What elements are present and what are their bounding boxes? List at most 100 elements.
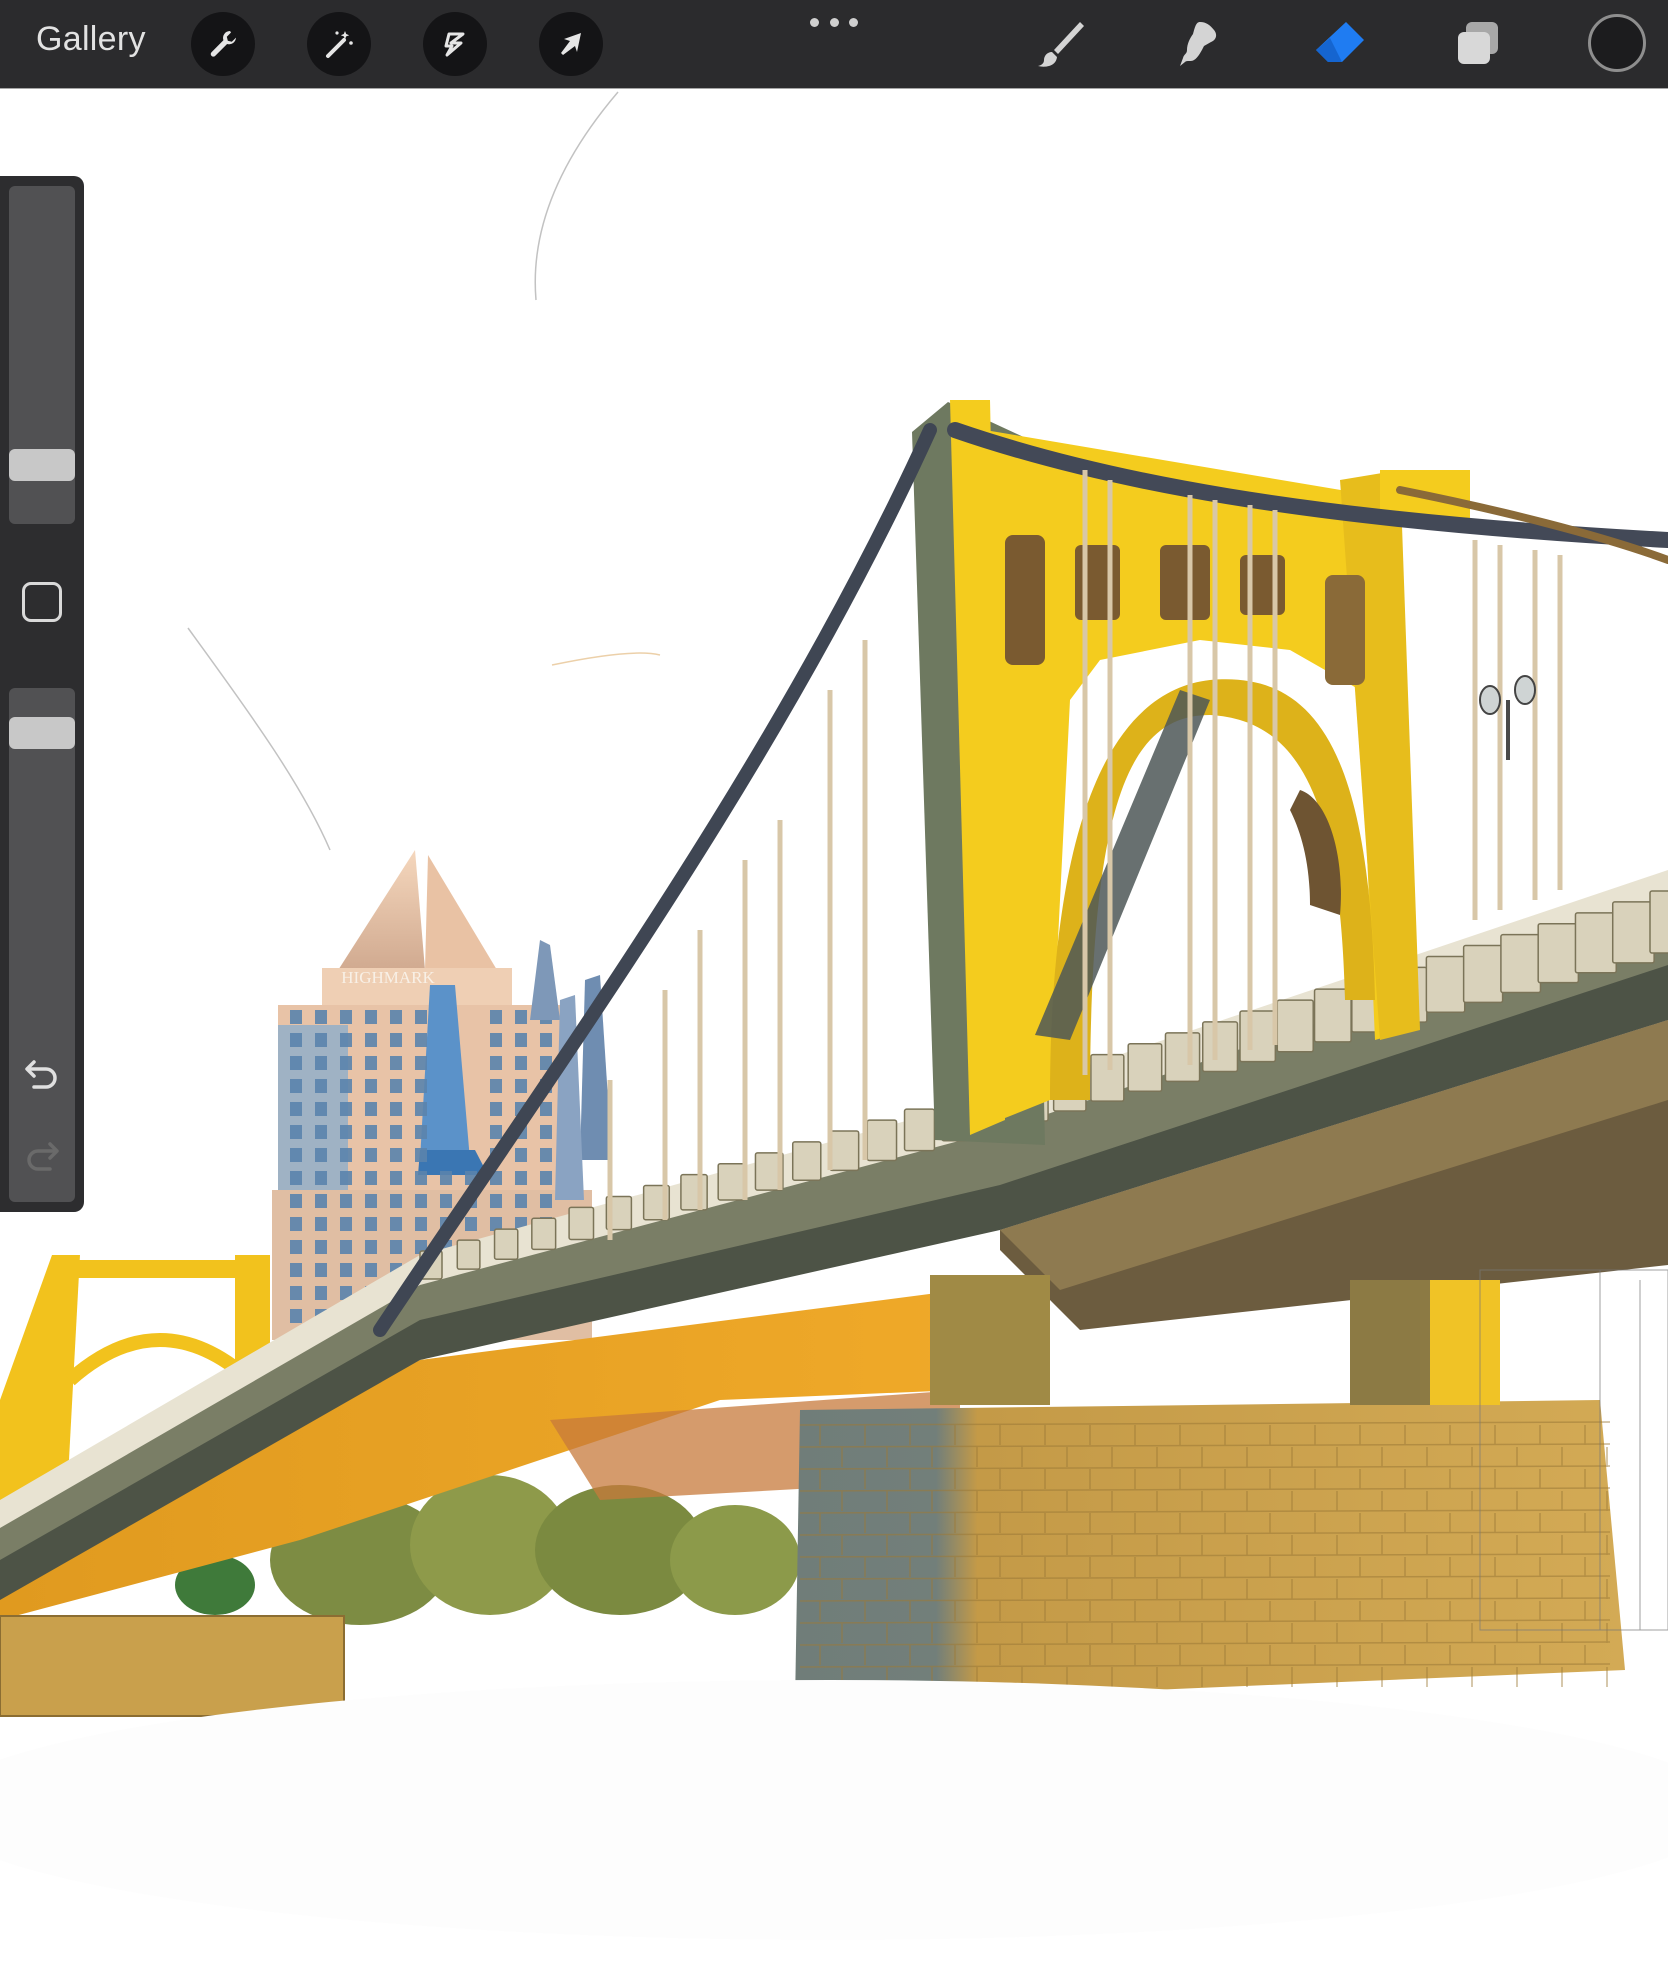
building-window (315, 1286, 327, 1300)
building-window (340, 1056, 352, 1070)
building-window (390, 1217, 402, 1231)
redo-icon[interactable] (20, 1134, 64, 1178)
building-window (365, 1033, 377, 1047)
building-window (365, 1056, 377, 1070)
railing-panel (568, 1206, 595, 1241)
building-window (390, 1010, 402, 1024)
building-window (365, 1010, 377, 1024)
building-window (340, 1171, 352, 1185)
building-window (290, 1217, 302, 1231)
left-sidebar (0, 176, 84, 1212)
building-window (365, 1125, 377, 1139)
railing-panel (1425, 955, 1466, 1014)
railing-panel (1239, 1010, 1277, 1063)
eraser-tool-button[interactable] (1310, 14, 1370, 74)
brush-icon (1038, 22, 1084, 67)
drawing-canvas[interactable]: HIGHMARK (0, 88, 1668, 1977)
adjustments-button[interactable] (307, 12, 371, 76)
transform-button[interactable] (539, 12, 603, 76)
gallery-button[interactable]: Gallery (36, 20, 146, 59)
building-window (340, 1217, 352, 1231)
building-window (290, 1079, 302, 1093)
building-window (540, 1148, 552, 1162)
building-window (490, 1125, 502, 1139)
building-window (415, 1010, 427, 1024)
railing-panel (1462, 944, 1504, 1004)
building-window (340, 1263, 352, 1277)
building-window (390, 1148, 402, 1162)
building-window (365, 1148, 377, 1162)
sketch-lines (187, 91, 661, 851)
railing-panel (1649, 890, 1668, 954)
railing-panel (903, 1108, 936, 1152)
layers-icon (1458, 22, 1498, 64)
railing-panel (456, 1239, 481, 1270)
building-window (415, 1171, 427, 1185)
selection-icon (444, 32, 465, 57)
building-window (390, 1125, 402, 1139)
building-window (315, 1056, 327, 1070)
building-window (290, 1240, 302, 1254)
railing-panel (680, 1173, 708, 1211)
railing-panel (493, 1228, 519, 1260)
undo-icon[interactable] (20, 1052, 64, 1096)
opacity-slider[interactable] (9, 688, 75, 1202)
building-window (390, 1102, 402, 1116)
actions-button[interactable] (191, 12, 255, 76)
building-window (290, 1263, 302, 1277)
building-window (415, 1148, 427, 1162)
building-window (365, 1102, 377, 1116)
dot-icon (829, 18, 839, 27)
paint-tool-button[interactable] (1030, 14, 1090, 74)
modify-button[interactable] (22, 582, 62, 622)
building-window (515, 1033, 527, 1047)
railing-panel (1611, 901, 1655, 964)
building-window (490, 1033, 502, 1047)
building-window (415, 1079, 427, 1093)
building-window (315, 1148, 327, 1162)
building-window (315, 1240, 327, 1254)
smudge-tool-button[interactable] (1168, 14, 1228, 74)
building-window (315, 1125, 327, 1139)
building-window (440, 1171, 452, 1185)
building-window (290, 1171, 302, 1185)
railing-panel (1090, 1053, 1125, 1102)
layers-button[interactable] (1448, 14, 1508, 74)
more-options-button[interactable] (810, 18, 858, 30)
building-window (415, 1194, 427, 1208)
railing-panel (866, 1119, 898, 1162)
building-window (390, 1033, 402, 1047)
railing-panel (1574, 912, 1617, 974)
railing-panel (1276, 999, 1314, 1053)
building-window (490, 1102, 502, 1116)
building-window (340, 1148, 352, 1162)
building-window (515, 1148, 527, 1162)
brush-size-slider[interactable] (9, 186, 75, 524)
building-window (515, 1079, 527, 1093)
building-window (415, 1125, 427, 1139)
building-window (365, 1171, 377, 1185)
railing-panel (1164, 1032, 1201, 1083)
selection-button[interactable] (423, 12, 487, 76)
building-window (490, 1194, 502, 1208)
building-window (415, 1033, 427, 1047)
building-window (365, 1217, 377, 1231)
street-lamp (1479, 675, 1536, 760)
building-window (490, 1010, 502, 1024)
building-window (390, 1240, 402, 1254)
building-window (290, 1102, 302, 1116)
building-window (540, 1171, 552, 1185)
building-window (340, 1194, 352, 1208)
building-window (315, 1194, 327, 1208)
dot-icon (849, 18, 858, 27)
wrench-icon (210, 31, 236, 57)
building-window (340, 1125, 352, 1139)
brush-size-thumb[interactable] (9, 449, 75, 482)
building-window (315, 1263, 327, 1277)
color-picker-button[interactable] (1588, 14, 1646, 72)
building-window (540, 1194, 552, 1208)
building-window (340, 1240, 352, 1254)
railing-panel (1127, 1042, 1163, 1093)
opacity-thumb[interactable] (9, 716, 75, 749)
building-window (515, 1010, 527, 1024)
